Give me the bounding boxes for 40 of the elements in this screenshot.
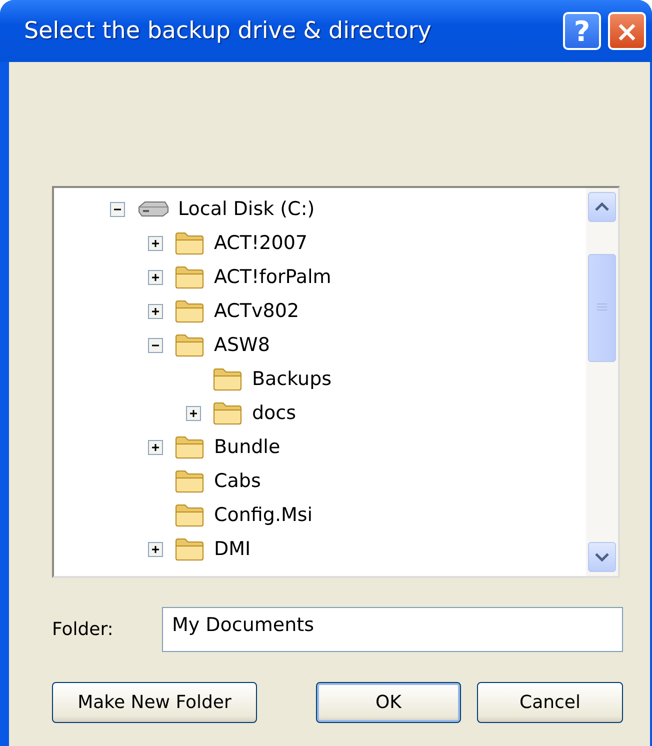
tree-item[interactable]: DMI [214, 538, 251, 560]
window-title: Select the backup drive & directory [24, 18, 432, 44]
folder-icon [213, 401, 243, 425]
scroll-up-icon[interactable] [588, 192, 616, 222]
expander-icon[interactable] [148, 270, 163, 284]
folder-icon [175, 265, 205, 289]
expander-icon[interactable] [186, 406, 201, 420]
dialog-button[interactable]: Cancel [477, 682, 623, 723]
tree-item[interactable]: Local Disk (C:) [178, 198, 315, 220]
tree-item[interactable]: ACTv802 [214, 300, 300, 322]
folder-icon [175, 435, 205, 459]
expander-icon[interactable] [148, 338, 163, 352]
expander-icon[interactable] [110, 202, 125, 216]
folder-icon [213, 367, 243, 391]
folder-icon [175, 333, 205, 357]
folder-field[interactable]: My Documents [162, 607, 623, 652]
expander-icon[interactable] [148, 236, 163, 250]
folder-icon [175, 231, 205, 255]
tree-item[interactable]: ACT!2007 [214, 232, 308, 254]
folder-icon [175, 503, 205, 527]
hard-drive-icon [137, 200, 169, 218]
tree-item[interactable]: Config.Msi [214, 504, 313, 526]
folder-icon [175, 537, 205, 561]
folder-icon [175, 299, 205, 323]
scroll-thumb[interactable] [588, 254, 616, 362]
dialog-button[interactable]: OK [316, 682, 461, 723]
expander-icon[interactable] [148, 440, 163, 454]
tree-item[interactable]: ACT!forPalm [214, 266, 332, 288]
expander-icon[interactable] [148, 304, 163, 318]
scroll-down-icon[interactable] [588, 542, 616, 572]
expander-icon[interactable] [148, 542, 163, 556]
tree-item[interactable]: docs [252, 402, 296, 424]
tree-item[interactable]: ASW8 [214, 334, 270, 356]
folder-label: Folder: [52, 619, 114, 640]
tree-item[interactable]: Cabs [214, 470, 261, 492]
tree-item[interactable]: Bundle [214, 436, 280, 458]
dialog-button[interactable]: Make New Folder [52, 682, 257, 723]
tree-item[interactable]: Backups [252, 368, 332, 390]
scrollbar[interactable] [586, 188, 618, 576]
folder-icon [175, 469, 205, 493]
